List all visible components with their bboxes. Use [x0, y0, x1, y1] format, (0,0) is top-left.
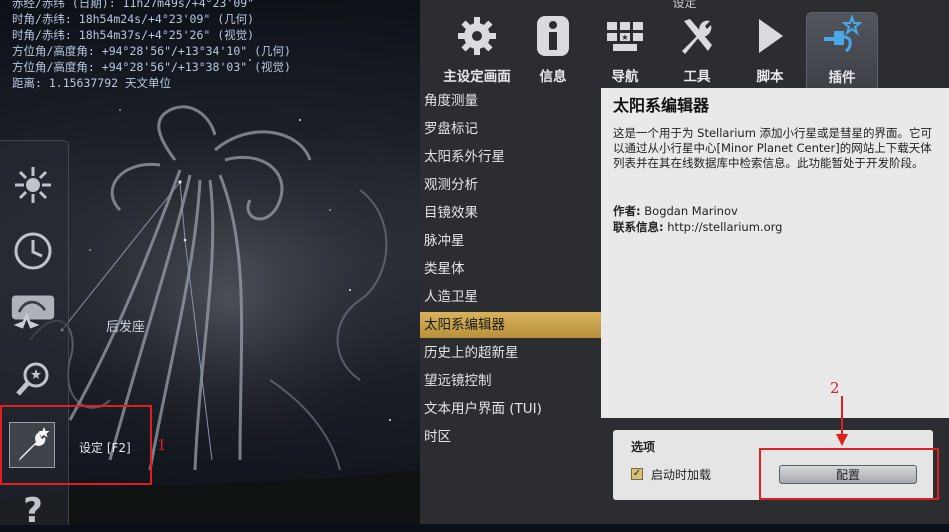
contact-value[interactable]: http://stellarium.org — [667, 220, 782, 234]
dialog-tabs: 主设定画面 信息 ★ 导航 工具 脚本 插件 — [420, 12, 949, 89]
plugin-icon — [820, 13, 864, 61]
plugin-item-exoplanets[interactable]: 太阳系外行星 — [420, 144, 601, 170]
plugin-list[interactable]: 角度测量 罗盘标记 太阳系外行星 观测分析 目镜效果 脉冲星 类星体 人造卫星 … — [420, 88, 601, 524]
info-line-azalt-app: 方位角/高度角: +94°28'56"/+13°38'03" (视觉) — [12, 60, 291, 74]
annotation-marker-2: 2 — [830, 379, 840, 397]
plugin-contact-row: 联系信息: http://stellarium.org — [613, 219, 782, 235]
options-title: 选项 — [631, 440, 656, 454]
tools-icon — [676, 12, 718, 60]
tab-scripts-label: 脚本 — [756, 69, 784, 85]
author-value: Bogdan Marinov — [644, 204, 738, 218]
info-line-distance: 距离: 1.15637792 天文单位 — [12, 76, 172, 90]
info-icon — [535, 12, 571, 60]
info-line-azalt-geo: 方位角/高度角: +94°28'56"/+13°34'10" (几何) — [12, 44, 291, 58]
plugin-item-historical-supernovae[interactable]: 历史上的超新星 — [420, 340, 601, 366]
plugin-item-compass-marks[interactable]: 罗盘标记 — [420, 116, 601, 142]
plugin-item-observability[interactable]: 观测分析 — [420, 172, 601, 198]
plugin-description: 这是一个用于为 Stellarium 添加小行星或是彗星的界面。它可以通过从小行… — [613, 126, 933, 170]
plugin-item-pulsars[interactable]: 脉冲星 — [420, 228, 601, 254]
load-at-startup-label: 启动时加载 — [651, 468, 712, 482]
plugin-item-time-zone[interactable]: 时区 — [420, 424, 601, 450]
tab-navigation[interactable]: ★ 导航 — [600, 12, 650, 88]
plugin-item-angle-measure[interactable]: 角度测量 — [420, 88, 601, 114]
navigation-keys-icon: ★ — [605, 12, 645, 60]
annotation-arrow — [836, 396, 848, 446]
search-icon[interactable] — [10, 356, 56, 402]
tab-plugins-label: 插件 — [828, 70, 856, 86]
highlight-box-2 — [759, 448, 939, 500]
svg-text:★: ★ — [621, 33, 628, 42]
tab-main[interactable]: 主设定画面 — [428, 12, 526, 88]
dialog-title: 设定 — [672, 0, 697, 10]
tab-tools-label: 工具 — [683, 69, 711, 85]
play-icon — [755, 12, 785, 60]
plugin-author-row: 作者: Bogdan Marinov — [613, 203, 738, 219]
plugin-item-quasars[interactable]: 类星体 — [420, 256, 601, 282]
load-at-startup-checkbox[interactable]: ✓ — [631, 468, 643, 480]
help-icon[interactable]: ? — [10, 486, 56, 532]
contact-label: 联系信息: — [613, 220, 664, 234]
plugin-item-satellites[interactable]: 人造卫星 — [420, 284, 601, 310]
svg-text:?: ? — [23, 492, 43, 526]
sky-landscape-icon[interactable] — [10, 290, 56, 336]
configuration-dialog: 设定 主设定画面 信息 ★ 导航 工具 脚本 插件 角度测量 罗盘标记 太阳系外… — [420, 0, 949, 524]
clock-icon[interactable] — [10, 228, 56, 274]
tab-plugins[interactable]: 插件 — [806, 12, 878, 89]
tab-main-label: 主设定画面 — [443, 69, 511, 85]
tab-info[interactable]: 信息 — [528, 12, 578, 88]
tab-info-label: 信息 — [539, 69, 567, 85]
info-line-hadec-app: 时角/赤纬: 18h54m37s/+4°25'26" (视觉) — [12, 28, 255, 42]
highlight-box-1 — [0, 405, 152, 485]
annotation-marker-1: 1 — [157, 436, 167, 454]
tab-tools[interactable]: 工具 — [672, 12, 722, 88]
plugin-detail-panel: 太阳系编辑器 这是一个用于为 Stellarium 添加小行星或是彗星的界面。它… — [601, 88, 949, 418]
tab-scripts[interactable]: 脚本 — [745, 12, 795, 88]
plugin-title: 太阳系编辑器 — [613, 96, 710, 115]
author-label: 作者: — [613, 204, 641, 218]
gear-icon — [456, 12, 498, 60]
constellation-label: 后发座 — [106, 320, 146, 335]
plugin-item-text-user-interface[interactable]: 文本用户界面 (TUI) — [420, 396, 601, 422]
plugin-item-solar-system-editor[interactable]: 太阳系编辑器 — [420, 312, 601, 338]
star-lines-icon[interactable] — [10, 162, 56, 208]
plugin-item-telescope-control[interactable]: 望远镜控制 — [420, 368, 601, 394]
tab-navigation-label: 导航 — [611, 69, 639, 85]
object-info: 赤经/赤纬 (日期): 11h27m49s/+4°23'09" 时角/赤纬: 1… — [12, 0, 291, 91]
info-line-hadec-geo: 时角/赤纬: 18h54m24s/+4°23'09" (几何) — [12, 12, 255, 26]
info-line-radec: 赤经/赤纬 (日期): 11h27m49s/+4°23'09" — [12, 0, 255, 10]
plugin-item-oculars[interactable]: 目镜效果 — [420, 200, 601, 226]
